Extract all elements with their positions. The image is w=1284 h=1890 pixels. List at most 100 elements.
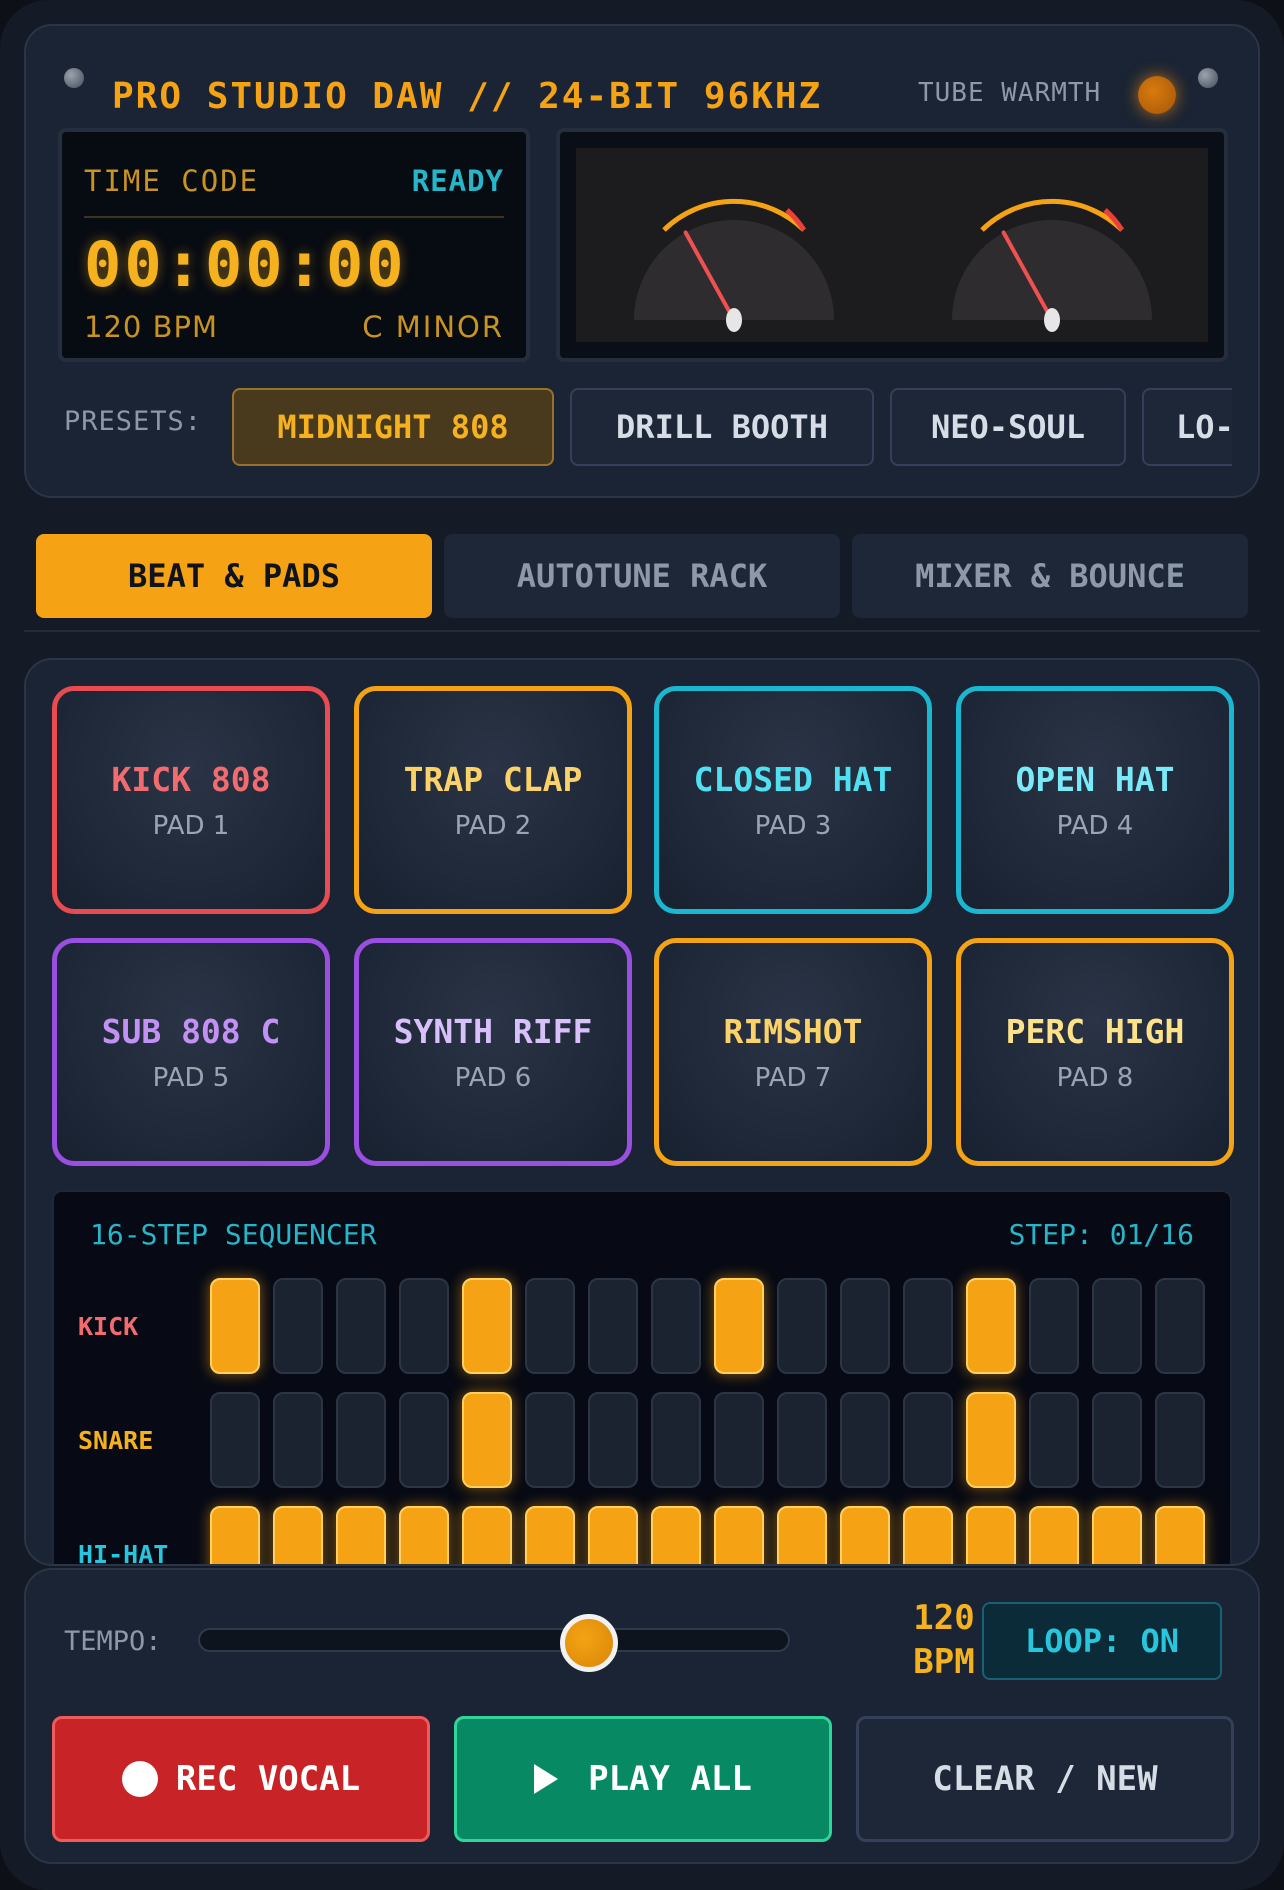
pad-number: PAD 2 [454,810,532,841]
sequencer-step[interactable] [273,1506,323,1564]
sequencer-step[interactable] [210,1392,260,1488]
sequencer-step[interactable] [840,1506,890,1564]
timecode-key: C MINOR [362,310,504,344]
sequencer-step[interactable] [903,1392,953,1488]
sequencer-step[interactable] [462,1278,512,1374]
sequencer-step[interactable] [1155,1392,1205,1488]
tab-mixer-bounce[interactable]: MIXER & BOUNCE [852,534,1248,618]
pad-6[interactable]: SYNTH RIFF PAD 6 [354,938,632,1166]
pad-name: SUB 808 C [101,1011,281,1051]
sequencer-step[interactable] [399,1278,449,1374]
tab-autotune-rack[interactable]: AUTOTUNE RACK [444,534,840,618]
rec-vocal-label: REC VOCAL [175,1759,361,1799]
preset-drill-booth[interactable]: DRILL BOOTH [570,388,874,466]
pad-2[interactable]: TRAP CLAP PAD 2 [354,686,632,914]
pad-number: PAD 4 [1056,810,1134,841]
pad-7[interactable]: RIMSHOT PAD 7 [654,938,932,1166]
sequencer-step[interactable] [399,1392,449,1488]
tube-warmth-lamp-icon[interactable] [1138,76,1176,114]
timecode-bpm: 120 BPM [84,310,218,344]
pad-number: PAD 3 [754,810,832,841]
sequencer-step[interactable] [336,1392,386,1488]
sequencer-step[interactable] [273,1278,323,1374]
sequencer-step[interactable] [903,1506,953,1564]
sequencer-step[interactable] [1155,1278,1205,1374]
sequencer-step[interactable] [336,1278,386,1374]
preset-strip[interactable]: MIDNIGHT 808 DRILL BOOTH NEO-SOUL LO- [232,388,1232,468]
sequencer-step[interactable] [336,1506,386,1564]
sequencer-step[interactable] [588,1392,638,1488]
sequencer-step[interactable] [903,1278,953,1374]
loop-toggle-button[interactable]: LOOP: ON [982,1602,1222,1680]
vu-meter-right [952,198,1152,332]
sequencer-step[interactable] [966,1506,1016,1564]
sequencer-step[interactable] [714,1506,764,1564]
sequencer-step[interactable] [588,1278,638,1374]
play-icon [534,1764,559,1794]
sequencer-step[interactable] [525,1392,575,1488]
sequencer-step[interactable] [1029,1506,1079,1564]
sequencer-step[interactable] [651,1278,701,1374]
screw-icon [1198,68,1218,88]
sequencer-step[interactable] [966,1392,1016,1488]
pads-panel: KICK 808 PAD 1 TRAP CLAP PAD 2 CLOSED HAT PAD… [24,658,1260,1566]
pad-8[interactable]: PERC HIGH PAD 8 [956,938,1234,1166]
play-all-button[interactable]: PLAY ALL [454,1716,832,1842]
sequencer-step[interactable] [651,1506,701,1564]
pad-name: RIMSHOT [723,1011,863,1051]
sequencer-step[interactable] [273,1392,323,1488]
sequencer-step[interactable] [714,1278,764,1374]
sequencer-step[interactable] [462,1392,512,1488]
pad-number: PAD 1 [152,810,230,841]
sequencer-title: 16-STEP SEQUENCER [90,1218,377,1251]
sequencer-step[interactable] [1155,1506,1205,1564]
tempo-slider-handle[interactable] [559,1614,618,1672]
sequencer-step[interactable] [462,1506,512,1564]
sequencer-step[interactable] [777,1278,827,1374]
sequencer-step[interactable] [840,1278,890,1374]
pad-1[interactable]: KICK 808 PAD 1 [52,686,330,914]
sequencer-step[interactable] [777,1392,827,1488]
pad-name: CLOSED HAT [693,759,893,799]
sequencer-step[interactable] [651,1392,701,1488]
pad-3[interactable]: CLOSED HAT PAD 3 [654,686,932,914]
sequencer-step[interactable] [1029,1278,1079,1374]
header-panel: PRO STUDIO DAW // 24-BIT 96KHZ TUBE WARM… [24,24,1260,498]
pad-5[interactable]: SUB 808 C PAD 5 [52,938,330,1166]
app-title: PRO STUDIO DAW // 24-BIT 96KHZ [112,76,823,117]
sequencer-step[interactable] [1029,1392,1079,1488]
preset-midnight-808[interactable]: MIDNIGHT 808 [232,388,554,466]
sequencer-step[interactable] [525,1506,575,1564]
preset-lo[interactable]: LO- [1142,388,1232,466]
tempo-label: TEMPO: [64,1626,162,1657]
pad-name: PERC HIGH [1005,1011,1185,1051]
sequencer-step[interactable] [210,1278,260,1374]
tempo-unit: BPM [913,1642,975,1682]
sequencer-step[interactable] [1092,1392,1142,1488]
sequencer-step[interactable] [525,1278,575,1374]
sequencer-step[interactable] [966,1278,1016,1374]
timecode-divider [84,216,504,218]
pad-name: OPEN HAT [1015,759,1175,799]
sequencer-step[interactable] [714,1392,764,1488]
clear-new-button[interactable]: CLEAR / NEW [856,1716,1234,1842]
sequencer-step[interactable] [840,1392,890,1488]
status-badge: READY [411,164,504,198]
pad-number: PAD 6 [454,1062,532,1093]
sequencer-step[interactable] [588,1506,638,1564]
sequencer-step[interactable] [777,1506,827,1564]
pad-number: PAD 7 [754,1062,832,1093]
sequencer-step[interactable] [1092,1506,1142,1564]
sequencer-step[interactable] [1092,1278,1142,1374]
rec-vocal-button[interactable]: REC VOCAL [52,1716,430,1842]
tempo-slider-track[interactable] [198,1628,790,1652]
pad-4[interactable]: OPEN HAT PAD 4 [956,686,1234,914]
transport-panel: TEMPO: 120 BPM LOOP: ON REC VOCAL PLAY A… [24,1568,1260,1864]
sequencer-step[interactable] [210,1506,260,1564]
preset-neo-soul[interactable]: NEO-SOUL [890,388,1126,466]
sequencer-step[interactable] [399,1506,449,1564]
step-sequencer: 16-STEP SEQUENCER STEP: 01/16 KICK SNARE H… [52,1190,1232,1564]
timecode-label: TIME CODE [84,164,260,198]
tube-warmth-label: TUBE WARMTH [918,78,1102,108]
tab-beat-pads[interactable]: BEAT & PADS [36,534,432,618]
